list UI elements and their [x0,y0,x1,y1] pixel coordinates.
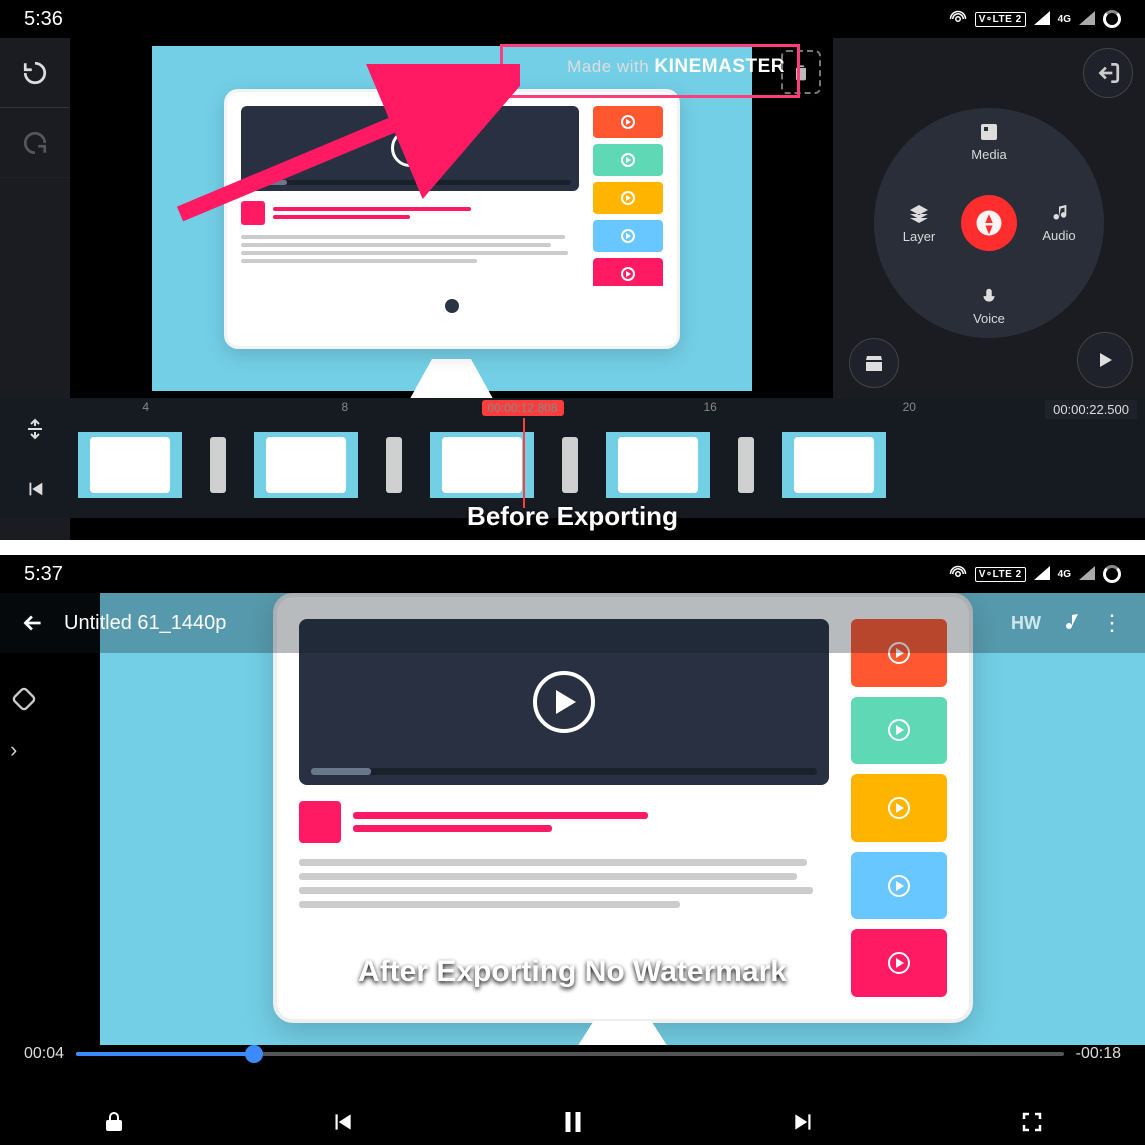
clip-handle[interactable] [738,437,754,493]
clip-thumbnail[interactable] [254,432,358,498]
clip-handle[interactable] [562,437,578,493]
video-title: Untitled 61_1440p [64,612,226,635]
status-icons: V∘LTE 2 4G [949,8,1121,31]
rotate-button[interactable] [10,685,38,713]
clip-thumbnail[interactable] [606,432,710,498]
exit-button[interactable] [1083,48,1133,98]
hotspot-icon [949,10,967,28]
volte-badge: V∘LTE 2 [975,567,1026,582]
elapsed-time: 00:04 [24,1045,64,1063]
expand-timeline-icon[interactable] [23,417,47,441]
total-duration: 00:00:22.500 [1045,400,1137,419]
fg-label: 4G [1058,14,1071,25]
more-menu-button[interactable]: ⋮ [1101,610,1125,636]
signal-icon-2 [1079,8,1095,31]
player-header: Untitled 61_1440p HW ⋮ [0,593,1145,653]
status-time: 5:37 [24,563,63,586]
hotspot-icon [949,565,967,583]
clip-thumbnail[interactable] [78,432,182,498]
undo-button[interactable] [0,38,70,108]
annotation-caption: After Exporting No Watermark [358,955,787,989]
spacer [0,178,70,400]
annotation-caption: Before Exporting [467,501,678,532]
fullscreen-button[interactable] [1020,1110,1044,1134]
status-icons: V∘LTE 2 4G [949,563,1121,586]
seek-bar[interactable] [76,1052,1064,1056]
clip-thumbnail[interactable] [430,432,534,498]
annotation-highlight [500,44,800,98]
wheel-layer[interactable]: Layer [884,202,954,244]
player-side-controls: › [10,685,38,763]
remaining-time: -00:18 [1076,1045,1121,1063]
expand-side-button[interactable]: › [10,737,38,763]
shutter-record-button[interactable] [961,195,1017,251]
signal-icon-2 [1079,563,1095,586]
previous-button[interactable] [329,1109,355,1135]
clip-handle[interactable] [386,437,402,493]
timeline[interactable]: 4 8 16 20 00:00:12.808 00:00:22.500 [0,398,1145,518]
next-button[interactable] [791,1109,817,1135]
lock-button[interactable] [102,1110,126,1134]
right-panel: Media Layer Audio Voice [833,38,1145,398]
fg-label: 4G [1058,569,1071,580]
ruler-tick: 20 [903,400,916,414]
signal-icon [1034,563,1050,586]
pause-button[interactable] [558,1107,588,1137]
kinemaster-editor: 5:36 V∘LTE 2 4G [0,0,1145,540]
loading-icon [1103,10,1121,28]
store-button[interactable] [849,338,899,388]
timeline-ruler: 4 8 16 20 00:00:12.808 [70,398,975,418]
edit-wheel: Media Layer Audio Voice [874,108,1104,338]
jump-start-button[interactable] [24,478,46,500]
loading-icon [1103,565,1121,583]
clip-thumbnail[interactable] [782,432,886,498]
video-player: 5:37 V∘LTE 2 4G [0,555,1145,1145]
player-controls: 00:04 -00:18 [0,1045,1145,1145]
audio-track-button[interactable] [1059,611,1083,635]
playhead[interactable] [523,418,525,508]
mock-player [241,106,579,191]
playhead-timecode: 00:00:12.808 [481,400,563,416]
timeline-clips[interactable] [70,420,1145,510]
wheel-audio[interactable]: Audio [1024,203,1094,243]
status-bar: 5:36 V∘LTE 2 4G [0,0,1145,38]
wheel-voice[interactable]: Voice [954,286,1024,326]
preview-play-button[interactable] [1077,332,1133,388]
seek-knob[interactable] [245,1045,263,1063]
preview-content [224,89,680,399]
status-bar: 5:37 V∘LTE 2 4G [0,555,1145,593]
seek-bar-row: 00:04 -00:18 [24,1045,1121,1063]
ruler-tick: 4 [142,400,149,414]
hw-decoder-toggle[interactable]: HW [1011,613,1041,634]
redo-button[interactable] [0,108,70,178]
signal-icon [1034,8,1050,31]
clip-handle[interactable] [210,437,226,493]
status-time: 5:36 [24,8,63,31]
timeline-left-tools [0,398,70,518]
wheel-media[interactable]: Media [954,120,1024,162]
back-button[interactable] [20,610,46,636]
volte-badge: V∘LTE 2 [975,12,1026,27]
ruler-tick: 8 [342,400,349,414]
ruler-tick: 16 [704,400,717,414]
